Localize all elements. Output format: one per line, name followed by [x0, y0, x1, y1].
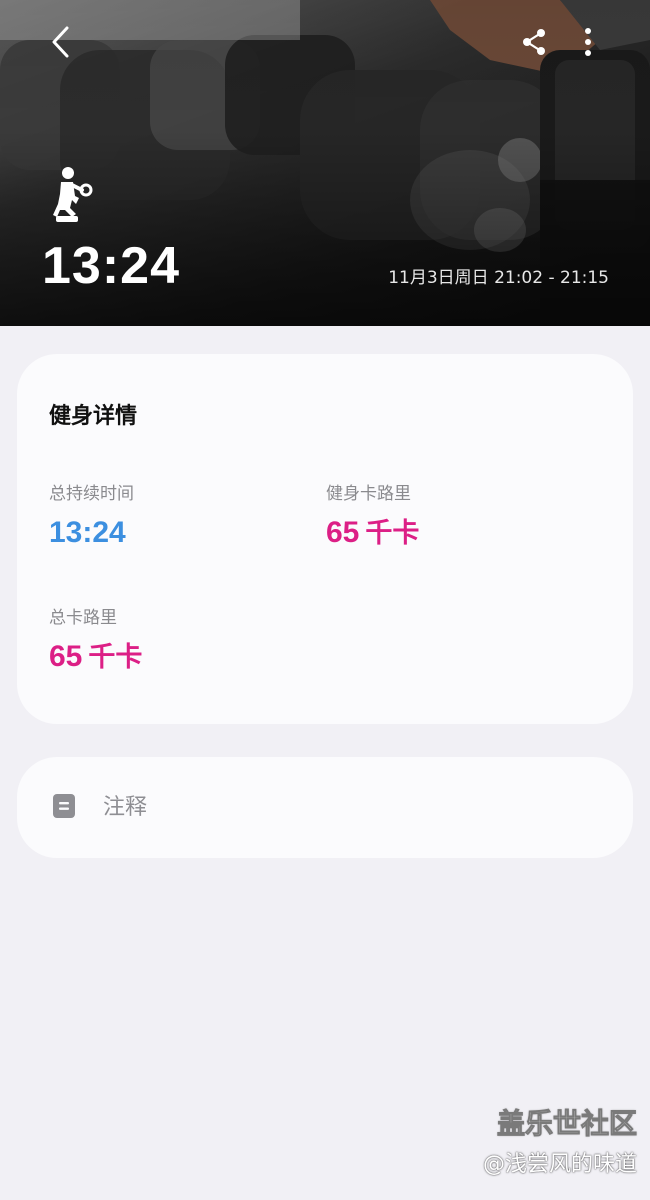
- stat-total-calories: 总卡路里 65 千卡: [49, 606, 142, 677]
- more-options-button[interactable]: [572, 22, 604, 62]
- duration-value: 13:24: [49, 516, 126, 549]
- duration-display: 13:24: [42, 237, 180, 295]
- watermark-title: 盖乐世社区: [496, 1107, 637, 1141]
- share-icon: [523, 29, 545, 55]
- notes-label: 注释: [103, 795, 148, 820]
- stat-label: 总持续时间: [49, 484, 134, 504]
- hero-banner: 13:24 11月3日周日 21:02 - 21:15: [0, 0, 650, 326]
- calorie-value: 65: [326, 516, 360, 549]
- stat-value: 65 千卡: [326, 514, 419, 553]
- stat-total-duration: 总持续时间 13:24: [49, 482, 134, 552]
- chevron-left-icon: [52, 26, 69, 58]
- more-vertical-icon: [585, 28, 591, 56]
- stat-workout-calories: 健身卡路里 65 千卡: [326, 482, 419, 553]
- stat-value: 65 千卡: [49, 638, 142, 677]
- workout-time-range: 11月3日周日 21:02 - 21:15: [388, 268, 609, 288]
- notes-button[interactable]: 注释: [17, 757, 633, 858]
- card-title: 健身详情: [49, 404, 138, 429]
- calorie-unit: 千卡: [88, 642, 143, 673]
- back-button[interactable]: [40, 20, 80, 64]
- share-button[interactable]: [514, 22, 554, 62]
- workout-details-card: 健身详情 总持续时间 13:24 健身卡路里 65 千卡 总卡路里 65 千卡: [17, 354, 633, 724]
- weight-training-icon: [53, 167, 93, 222]
- note-icon: [53, 794, 75, 818]
- stat-label: 健身卡路里: [326, 484, 411, 504]
- calorie-unit: 千卡: [365, 518, 420, 549]
- calorie-value: 65: [49, 640, 83, 673]
- stat-value: 13:24: [49, 514, 134, 552]
- watermark-author: @浅尝风的味道: [482, 1152, 637, 1177]
- stat-label: 总卡路里: [49, 608, 117, 628]
